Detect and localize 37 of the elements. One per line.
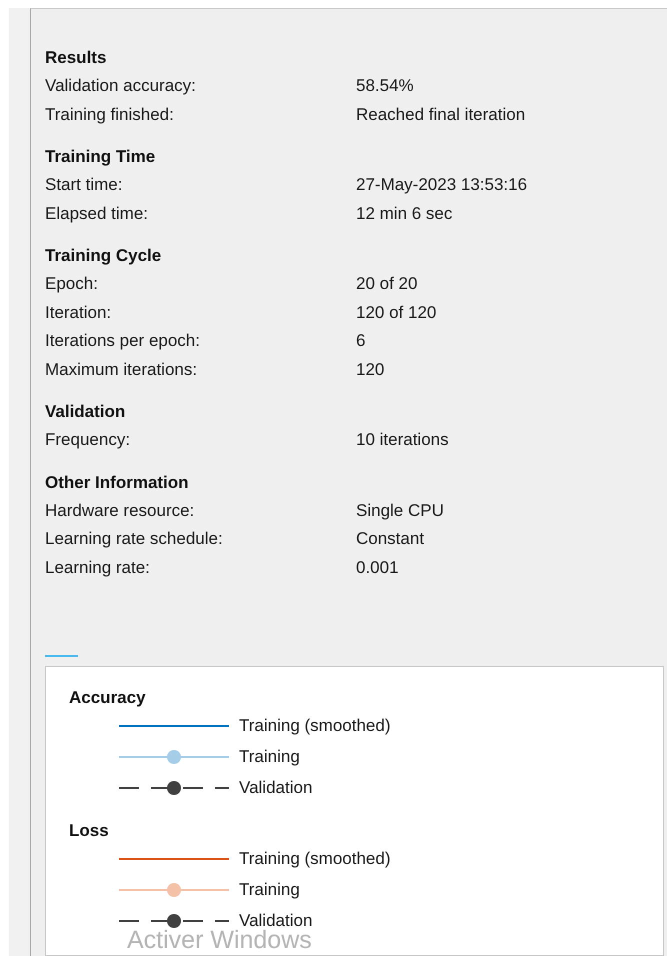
field-value: 120 of 120 (356, 302, 436, 323)
legend-label: Validation (239, 778, 312, 798)
field-label: Training finished: (45, 104, 174, 125)
legend-label: Training (smoothed) (239, 716, 390, 736)
field-value: 20 of 20 (356, 274, 418, 294)
field-label: Maximum iterations: (45, 360, 198, 380)
field-label: Validation accuracy: (45, 76, 196, 96)
legend-heading: Accuracy (69, 686, 147, 709)
field-value: Constant (356, 529, 424, 550)
section-heading: Training Time (45, 146, 156, 168)
section-heading: Other Information (45, 472, 190, 494)
legend-label: Training (239, 747, 300, 768)
legend-label: Training (smoothed) (239, 849, 390, 870)
field-value: 12 min 6 sec (356, 204, 452, 224)
field-value: Reached final iteration (356, 104, 526, 125)
field-value: 0.001 (356, 558, 399, 578)
section-heading: Training Cycle (45, 245, 162, 267)
field-label: Elapsed time: (45, 204, 148, 224)
field-value: 58.54% (356, 76, 414, 96)
field-label: Start time: (45, 175, 122, 196)
legend-label: Training (239, 880, 300, 900)
field-value: 27-May-2023 13:53:16 (356, 175, 528, 196)
section-heading: Validation (45, 401, 126, 423)
field-label: Epoch: (45, 274, 98, 294)
field-value: 10 iterations (356, 430, 449, 450)
legend-heading: Loss (69, 820, 110, 842)
field-label: Hardware resource: (45, 500, 194, 521)
tab-indicator (45, 655, 78, 657)
field-label: Frequency: (45, 430, 130, 450)
field-label: Learning rate schedule: (45, 529, 223, 550)
field-value: 6 (356, 331, 366, 352)
field-label: Iteration: (45, 302, 112, 323)
field-value: 120 (356, 360, 384, 380)
section-heading: Results (45, 47, 108, 69)
field-value: Single CPU (356, 500, 444, 521)
field-label: Iterations per epoch: (45, 331, 200, 352)
field-label: Learning rate: (45, 558, 150, 578)
